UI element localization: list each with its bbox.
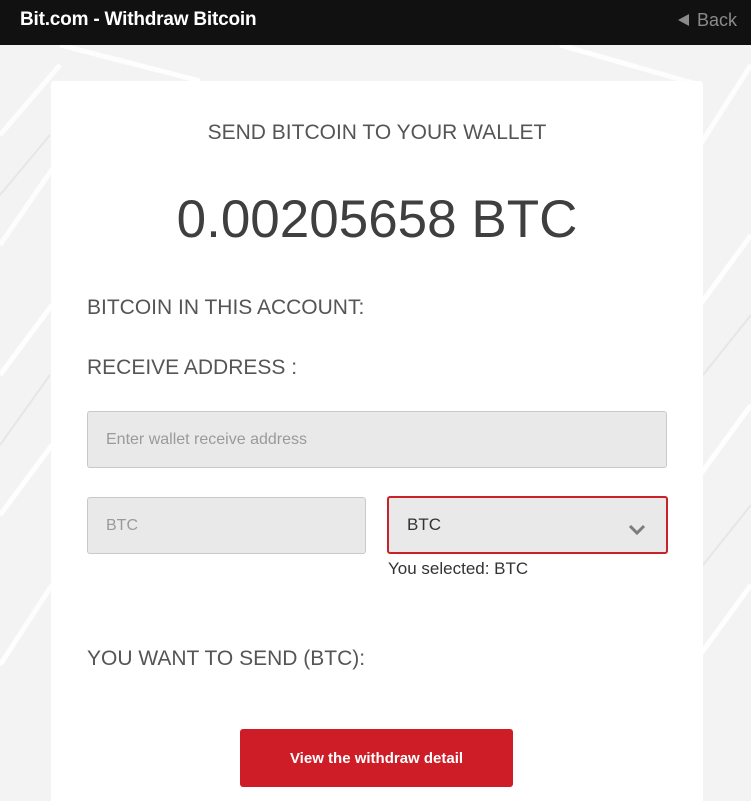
withdraw-card: SEND BITCOIN TO YOUR WALLET 0.00205658 B… — [51, 81, 703, 801]
currency-input[interactable]: BTC — [87, 497, 366, 554]
app-title: Bit.com - Withdraw Bitcoin — [20, 9, 257, 30]
top-bar: Bit.com - Withdraw Bitcoin Back — [0, 0, 751, 45]
send-amount-label: YOU WANT TO SEND (BTC): — [87, 647, 366, 670]
currency-placeholder: BTC — [106, 516, 138, 534]
receive-address-label: RECEIVE ADDRESS : — [87, 356, 298, 379]
btc-amount: 0.00205658 BTC — [176, 190, 578, 249]
chevron-down-icon — [628, 520, 646, 540]
account-balance-label: BITCOIN IN THIS ACCOUNT: — [87, 296, 365, 319]
currency-select[interactable]: BTC — [387, 496, 668, 554]
view-withdraw-detail-button[interactable]: View the withdraw detail — [240, 729, 513, 787]
receive-address-placeholder: Enter wallet receive address — [106, 430, 307, 448]
view-withdraw-detail-label: View the withdraw detail — [289, 749, 464, 767]
receive-address-input[interactable]: Enter wallet receive address — [87, 411, 667, 468]
currency-select-value: BTC — [407, 515, 441, 534]
back-button[interactable]: Back — [677, 10, 737, 31]
back-label: Back — [696, 10, 737, 30]
left-triangle-icon — [677, 10, 689, 31]
card-title: SEND BITCOIN TO YOUR WALLET — [207, 121, 547, 144]
selected-currency-note: You selected: BTC — [388, 559, 529, 578]
